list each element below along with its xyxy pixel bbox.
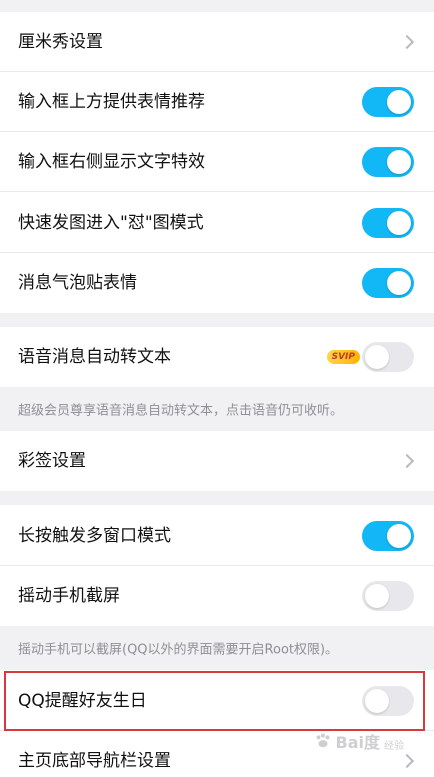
settings-row-label: 语音消息自动转文本	[18, 347, 171, 367]
toggle-knob	[387, 150, 411, 174]
settings-row-voice-to-text: 语音消息自动转文本 SVIP	[0, 327, 434, 387]
svip-badge: SVIP	[326, 350, 360, 364]
multi-window-toggle[interactable]	[362, 520, 414, 551]
settings-row-label: 消息气泡贴表情	[18, 273, 137, 293]
toggle-knob	[387, 90, 411, 114]
settings-row-label: 摇动手机截屏	[18, 586, 120, 606]
toggle-knob	[387, 523, 411, 548]
section-gap	[0, 491, 434, 505]
quick-image-toggle[interactable]	[362, 207, 414, 238]
paw-icon	[316, 733, 329, 748]
toggle-knob	[387, 271, 411, 295]
toggle-knob	[387, 210, 411, 235]
top-gap	[0, 0, 434, 12]
text-effects-toggle[interactable]	[362, 147, 414, 177]
settings-row-multi-window: 长按触发多窗口模式	[0, 505, 434, 566]
birthday-reminder-toggle[interactable]	[362, 685, 414, 716]
toggle-knob	[365, 584, 389, 608]
settings-row-cmshow[interactable]: 厘米秀设置	[0, 12, 434, 72]
voice-to-text-toggle[interactable]	[362, 342, 414, 372]
settings-row-label: 彩签设置	[18, 451, 86, 471]
toggle-knob	[365, 345, 389, 369]
voice-note: 超级会员尊享语音消息自动转文本，点击语音仍可收听。	[0, 387, 434, 431]
settings-row-label: 输入框上方提供表情推荐	[18, 92, 205, 112]
chevron-right-icon	[399, 34, 415, 50]
settings-row-label: QQ提醒好友生日	[18, 690, 147, 711]
settings-row-birthday-reminder: QQ提醒好友生日	[0, 670, 434, 731]
chevron-right-icon	[399, 453, 415, 469]
settings-page: 厘米秀设置 输入框上方提供表情推荐 输入框右侧显示文字特效 快速发图进入"怼"图…	[0, 0, 434, 777]
settings-row-text-effects: 输入框右侧显示文字特效	[0, 132, 434, 192]
emoji-recommend-toggle[interactable]	[362, 87, 414, 117]
settings-row-emoji-recommend: 输入框上方提供表情推荐	[0, 72, 434, 132]
settings-row-color-tag[interactable]: 彩签设置	[0, 431, 434, 491]
watermark-subtext: 经验	[384, 740, 404, 752]
bubble-sticker-toggle[interactable]	[362, 268, 414, 298]
settings-row-label: 输入框右侧显示文字特效	[18, 152, 205, 172]
shake-screenshot-toggle[interactable]	[362, 581, 414, 611]
settings-row-bubble-sticker: 消息气泡贴表情	[0, 253, 434, 313]
watermark-text: Bai度	[335, 733, 380, 752]
settings-row-label: 厘米秀设置	[18, 32, 103, 52]
baidu-watermark: Bai度 经验	[314, 729, 404, 753]
settings-row-label: 长按触发多窗口模式	[18, 525, 171, 546]
voice-note-text: 超级会员尊享语音消息自动转文本，点击语音仍可收听。	[18, 403, 344, 419]
shake-note-text: 摇动手机可以截屏(QQ以外的界面需要开启Root权限)。	[18, 642, 339, 658]
section-gap	[0, 313, 434, 327]
chevron-right-icon	[399, 753, 415, 769]
settings-row-label: 主页底部导航栏设置	[18, 751, 171, 771]
settings-row-shake-screenshot: 摇动手机截屏	[0, 566, 434, 626]
toggle-knob	[365, 688, 389, 713]
settings-row-label: 快速发图进入"怼"图模式	[18, 212, 204, 233]
settings-row-quick-image: 快速发图进入"怼"图模式	[0, 192, 434, 253]
shake-note: 摇动手机可以截屏(QQ以外的界面需要开启Root权限)。	[0, 626, 434, 670]
